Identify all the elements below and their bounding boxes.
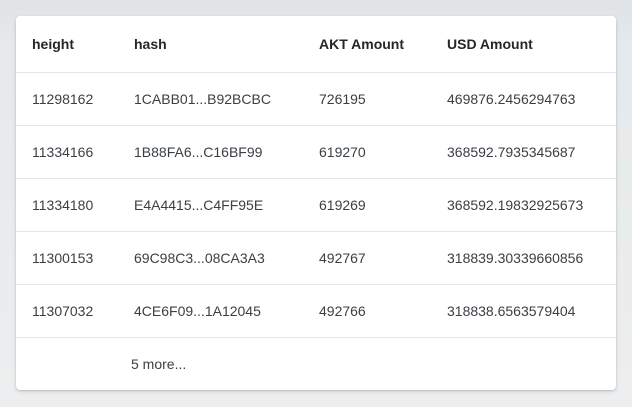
- table-row: 11334180 E4A4415...C4FF95E 619269 368592…: [16, 178, 616, 232]
- more-row: 5 more...: [16, 338, 616, 390]
- cell-usd-amount: 368592.19832925673: [447, 178, 616, 232]
- cell-hash: 69C98C3...08CA3A3: [134, 231, 319, 285]
- show-more-button[interactable]: 5 more...: [131, 356, 186, 372]
- cell-usd-amount: 469876.2456294763: [447, 72, 616, 126]
- cell-hash: 1B88FA6...C16BF99: [134, 125, 319, 179]
- cell-akt-amount: 492767: [319, 231, 447, 285]
- table-row: 11334166 1B88FA6...C16BF99 619270 368592…: [16, 125, 616, 179]
- cell-akt-amount: 619270: [319, 125, 447, 179]
- transactions-card: height hash AKT Amount USD Amount 112981…: [16, 16, 616, 390]
- cell-usd-amount: 368592.7935345687: [447, 125, 616, 179]
- cell-usd-amount: 318839.30339660856: [447, 231, 616, 285]
- cell-akt-amount: 492766: [319, 284, 447, 338]
- cell-hash: 4CE6F09...1A12045: [134, 284, 319, 338]
- table-row: 11300153 69C98C3...08CA3A3 492767 318839…: [16, 231, 616, 285]
- column-header-height: height: [16, 16, 134, 73]
- cell-height: 11334166: [16, 125, 134, 179]
- cell-akt-amount: 726195: [319, 72, 447, 126]
- column-header-hash: hash: [134, 16, 319, 73]
- cell-hash: 1CABB01...B92BCBC: [134, 72, 319, 126]
- cell-height: 11298162: [16, 72, 134, 126]
- transactions-table: height hash AKT Amount USD Amount 112981…: [16, 16, 616, 338]
- header-row: height hash AKT Amount USD Amount: [16, 16, 616, 73]
- cell-akt-amount: 619269: [319, 178, 447, 232]
- table-body: 11298162 1CABB01...B92BCBC 726195 469876…: [16, 72, 616, 338]
- cell-height: 11307032: [16, 284, 134, 338]
- table-row: 11298162 1CABB01...B92BCBC 726195 469876…: [16, 72, 616, 126]
- cell-height: 11334180: [16, 178, 134, 232]
- cell-height: 11300153: [16, 231, 134, 285]
- table-row: 11307032 4CE6F09...1A12045 492766 318838…: [16, 284, 616, 338]
- column-header-usd-amount: USD Amount: [447, 16, 616, 73]
- table-header: height hash AKT Amount USD Amount: [16, 16, 616, 73]
- cell-hash: E4A4415...C4FF95E: [134, 178, 319, 232]
- cell-usd-amount: 318838.6563579404: [447, 284, 616, 338]
- column-header-akt-amount: AKT Amount: [319, 16, 447, 73]
